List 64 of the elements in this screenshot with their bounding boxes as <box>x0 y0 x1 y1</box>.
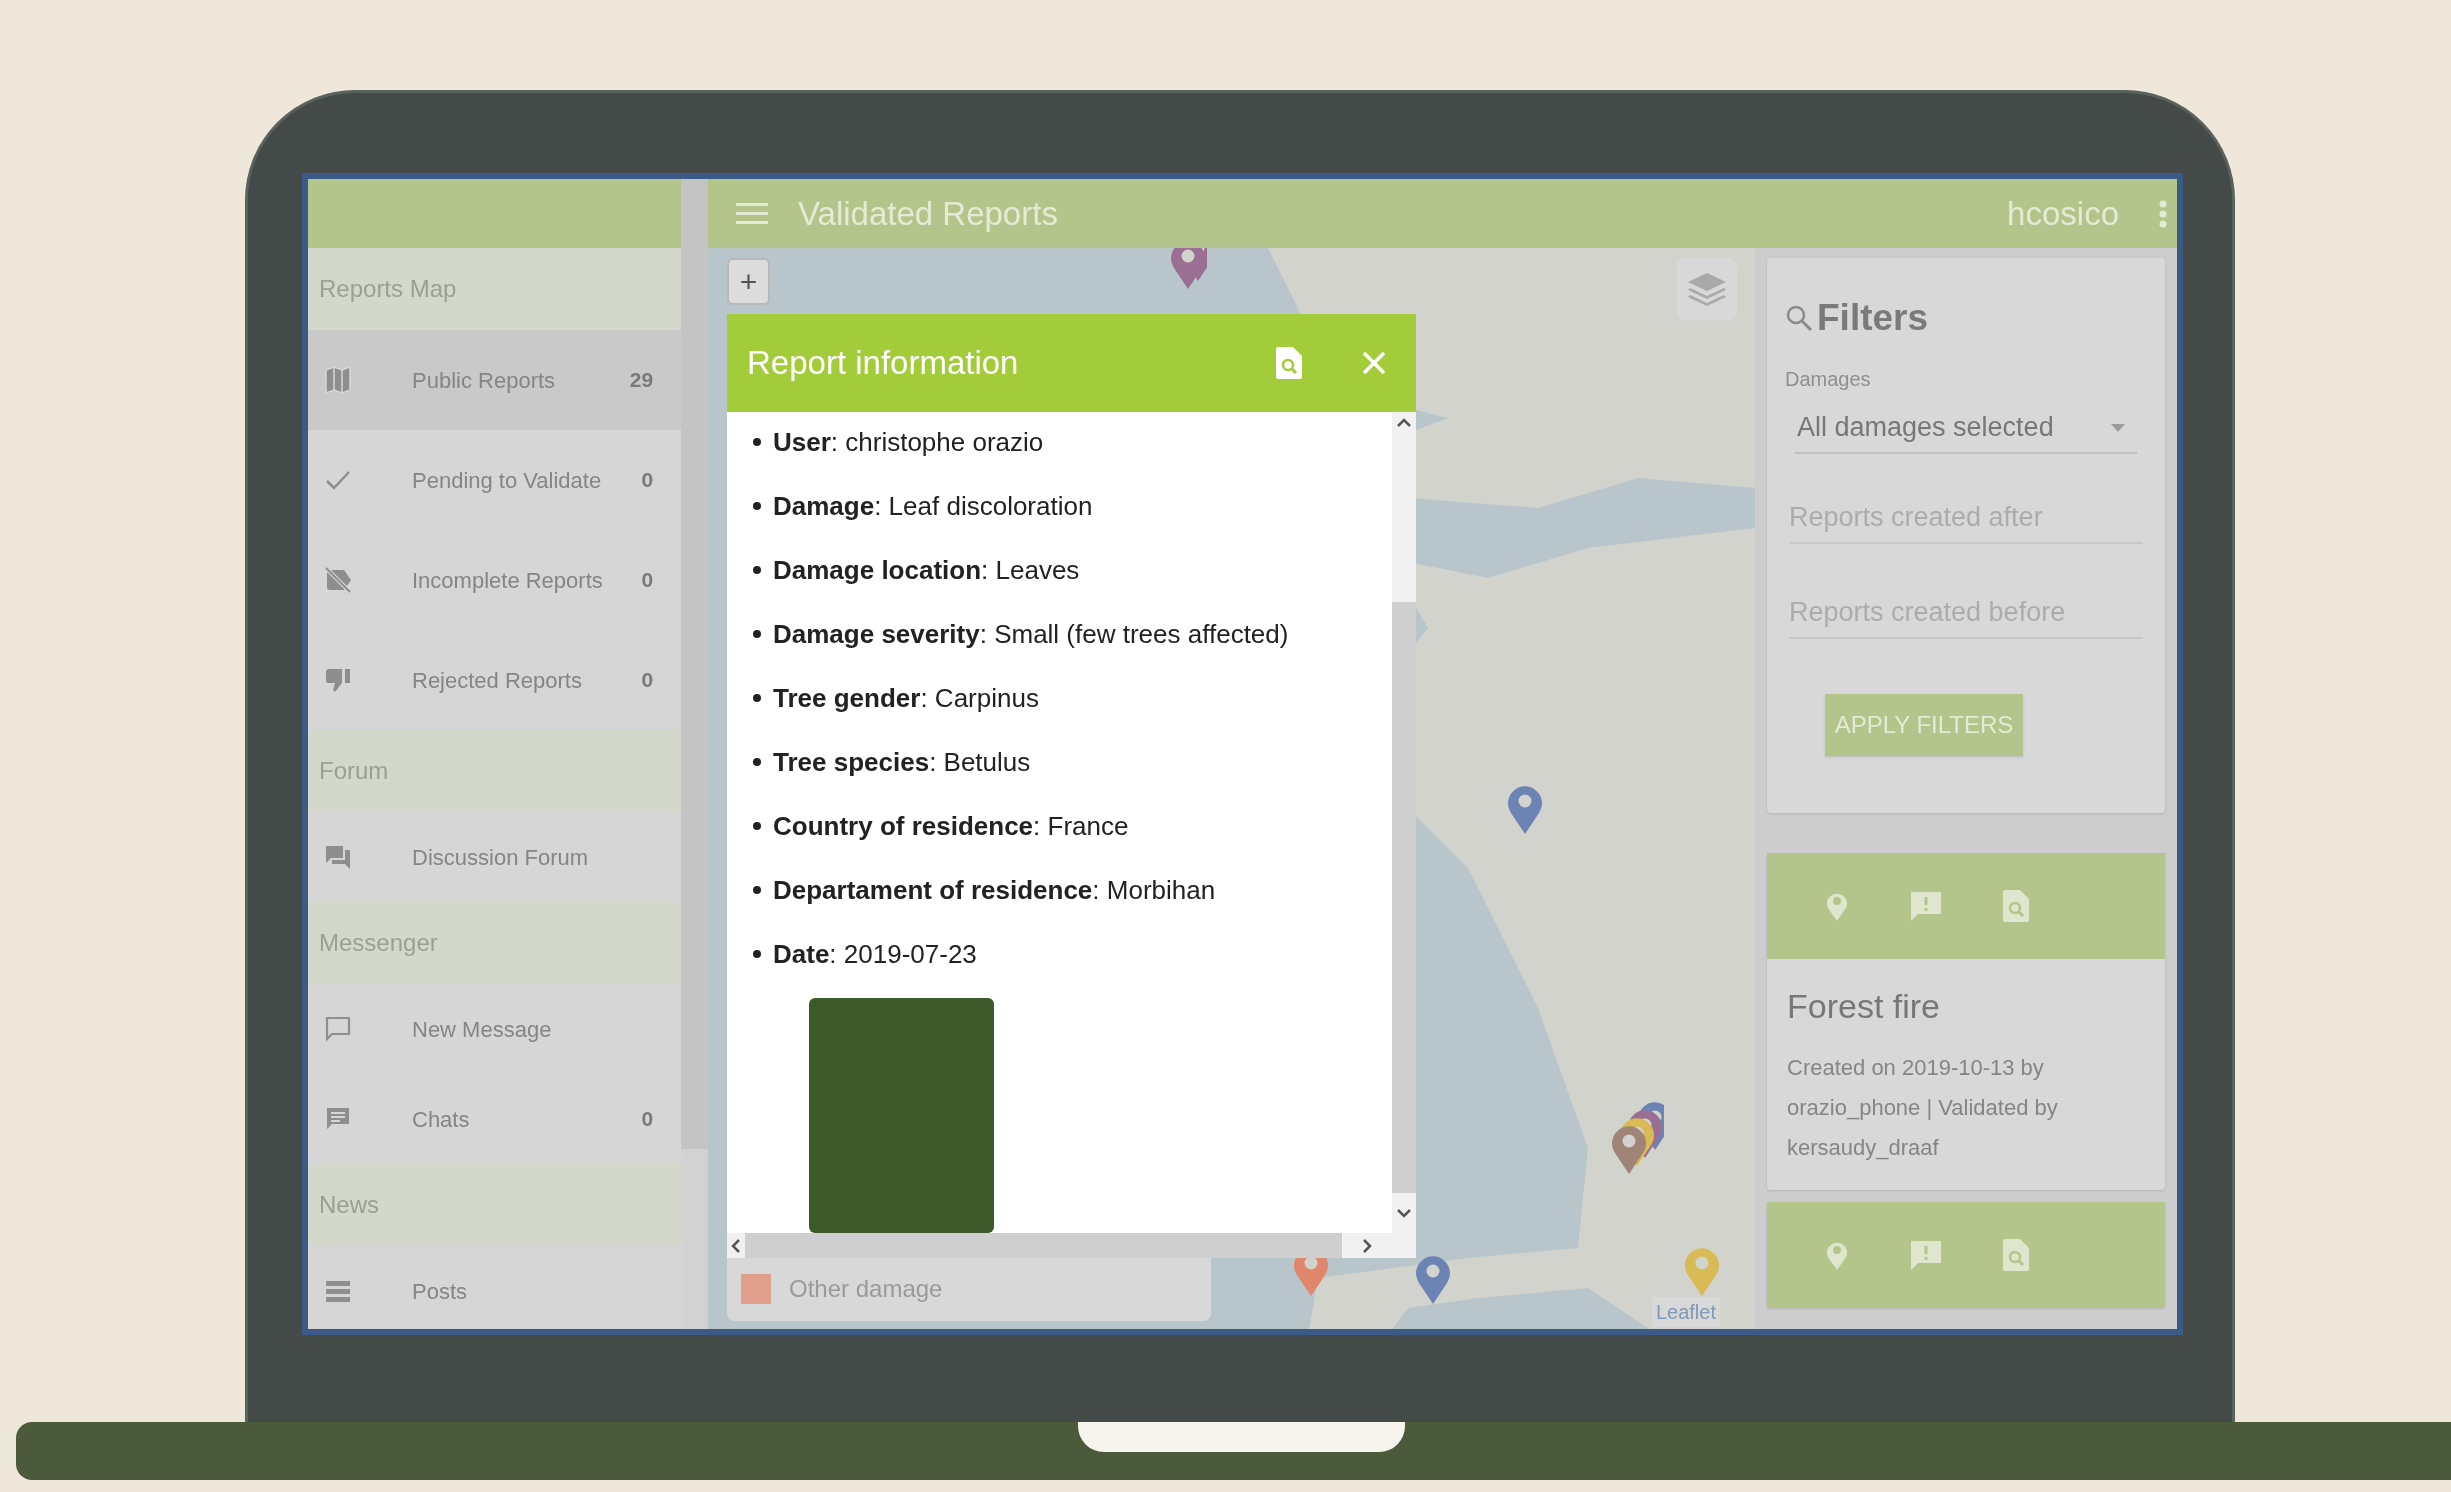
report-field: Damage location: Leaves <box>773 550 1080 590</box>
crossed-out-tag-icon <box>324 566 352 594</box>
count-label: 0 <box>641 1106 654 1133</box>
document-search-icon[interactable] <box>1276 347 1302 379</box>
report-field: User: christophe orazio <box>773 422 1044 462</box>
report-field: Damage severity: Small (few trees affected) <box>773 614 1289 654</box>
damages-select[interactable]: All damages selected <box>1795 403 2137 454</box>
bullet-icon <box>753 758 761 766</box>
sidebar-item[interactable]: Public Reports 29 <box>308 330 682 430</box>
report-title: Forest fire <box>1787 986 1942 1027</box>
report-field: Damage: Leaf discoloration <box>773 486 1093 526</box>
menu-icon[interactable] <box>736 200 768 227</box>
alert-comment-icon[interactable] <box>1909 1239 1943 1271</box>
bullet-icon <box>753 502 761 510</box>
map-icon <box>324 366 352 394</box>
scroll-left-icon[interactable] <box>731 1238 741 1253</box>
bullet-icon <box>753 822 761 830</box>
section-title: Reports Map <box>319 274 457 304</box>
message-bubble-icon <box>324 1015 352 1043</box>
vertical-scrollbar[interactable] <box>1392 412 1416 1233</box>
page-title: Validated Reports <box>798 193 1058 234</box>
zoom-in-button[interactable]: + <box>727 258 770 305</box>
apply-filters-button[interactable]: APPLY FILTERS <box>1825 693 2023 756</box>
close-icon[interactable] <box>1362 351 1386 375</box>
document-search-icon[interactable] <box>2003 1239 2029 1271</box>
layers-icon <box>1686 271 1728 307</box>
user-name[interactable]: hcosico <box>2007 188 2119 239</box>
sidebar-scrollbar[interactable] <box>681 179 708 1329</box>
section-title: Messenger <box>319 928 438 958</box>
count-label: 0 <box>641 667 654 694</box>
horizontal-scrollbar[interactable] <box>727 1233 1416 1258</box>
alert-comment-icon[interactable] <box>1909 890 1943 922</box>
scroll-down-icon[interactable] <box>1397 1208 1411 1218</box>
bullet-icon <box>753 438 761 446</box>
bullet-icon <box>753 630 761 638</box>
report-field: Tree gender: Carpinus <box>773 678 1039 718</box>
filters-title: Filters <box>1817 296 1929 340</box>
count-label: 29 <box>629 367 654 394</box>
damages-label: Damages <box>1785 366 1872 392</box>
layers-button[interactable] <box>1677 258 1737 320</box>
dropdown-icon <box>2111 423 2125 432</box>
section-title: Forum <box>319 756 389 786</box>
count-label: 0 <box>641 567 654 594</box>
attribution-link[interactable]: Leaflet <box>1651 1297 1720 1327</box>
scroll-up-icon[interactable] <box>1397 418 1411 428</box>
report-field: Date: 2019-07-23 <box>773 934 977 974</box>
bullet-icon <box>753 950 761 958</box>
count-label: 0 <box>641 467 654 494</box>
more-icon[interactable] <box>2159 199 2167 228</box>
thumbs-down-icon <box>324 666 352 694</box>
report-field: Country of residence: France <box>773 806 1129 846</box>
document-search-icon[interactable] <box>2003 890 2029 922</box>
bullet-icon <box>753 886 761 894</box>
report-meta: Created on 2019-10-13 by orazio_phone | Validated by kersaudy_draaf <box>1787 1054 2059 1162</box>
report-field: Tree species: Betulus <box>773 742 1031 782</box>
report-field: Departament of residence: Morbihan <box>773 870 1216 910</box>
dialog-title: Report information <box>747 343 1019 384</box>
section-title: News <box>319 1190 379 1220</box>
scroll-right-icon[interactable] <box>1362 1238 1372 1253</box>
bullet-icon <box>753 566 761 574</box>
chat-bubbles-icon <box>324 843 352 871</box>
legend-label: Other damage <box>789 1274 943 1304</box>
search-icon <box>1785 303 1813 332</box>
bullet-icon <box>753 694 761 702</box>
